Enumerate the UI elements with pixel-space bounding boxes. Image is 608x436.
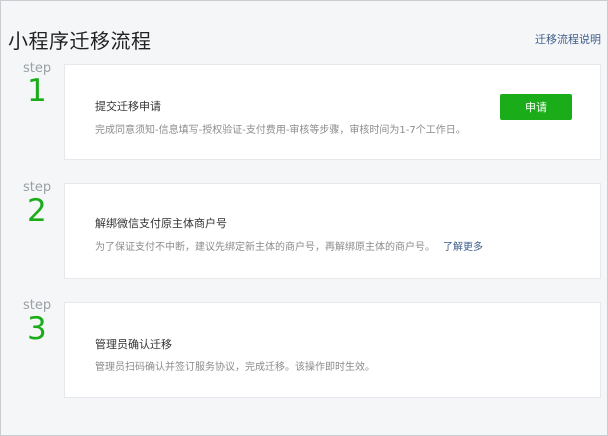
learn-more-link[interactable]: 了解更多: [443, 242, 483, 253]
step-2-title: 解绑微信支付原主体商户号: [95, 217, 227, 230]
step-2-description: 为了保证支付不中断，建议先绑定新主体的商户号，再解绑原主体的商户号。: [95, 242, 435, 253]
step-1-description: 完成同意须知-信息填写-授权验证-支付费用-审核等步骤，审核时间为1-7个工作日…: [95, 125, 466, 136]
migration-help-link[interactable]: 迁移流程说明: [535, 31, 601, 47]
step-2-card: 解绑微信支付原主体商户号 为了保证支付不中断，建议先绑定新主体的商户号，再解绑原…: [64, 183, 601, 279]
step-3-number: 3: [27, 311, 47, 347]
step-2-description-row: 为了保证支付不中断，建议先绑定新主体的商户号，再解绑原主体的商户号。 了解更多: [95, 238, 483, 253]
page-title: 小程序迁移流程: [8, 29, 152, 53]
step-3-card: 管理员确认迁移 管理员扫码确认并签订服务协议，完成迁移。该操作即时生效。: [64, 302, 601, 398]
step-1-card: 提交迁移申请 完成同意须知-信息填写-授权验证-支付费用-审核等步骤，审核时间为…: [64, 64, 601, 160]
page-frame: 小程序迁移流程 迁移流程说明 step 1 提交迁移申请 完成同意须知-信息填写…: [0, 0, 608, 436]
apply-button[interactable]: 申请: [500, 94, 572, 120]
step-3-title: 管理员确认迁移: [95, 338, 172, 351]
step-3-description: 管理员扫码确认并签订服务协议，完成迁移。该操作即时生效。: [95, 362, 375, 373]
step-1-number: 1: [27, 73, 47, 109]
step-1-title: 提交迁移申请: [95, 100, 161, 113]
step-2-number: 2: [27, 193, 47, 229]
